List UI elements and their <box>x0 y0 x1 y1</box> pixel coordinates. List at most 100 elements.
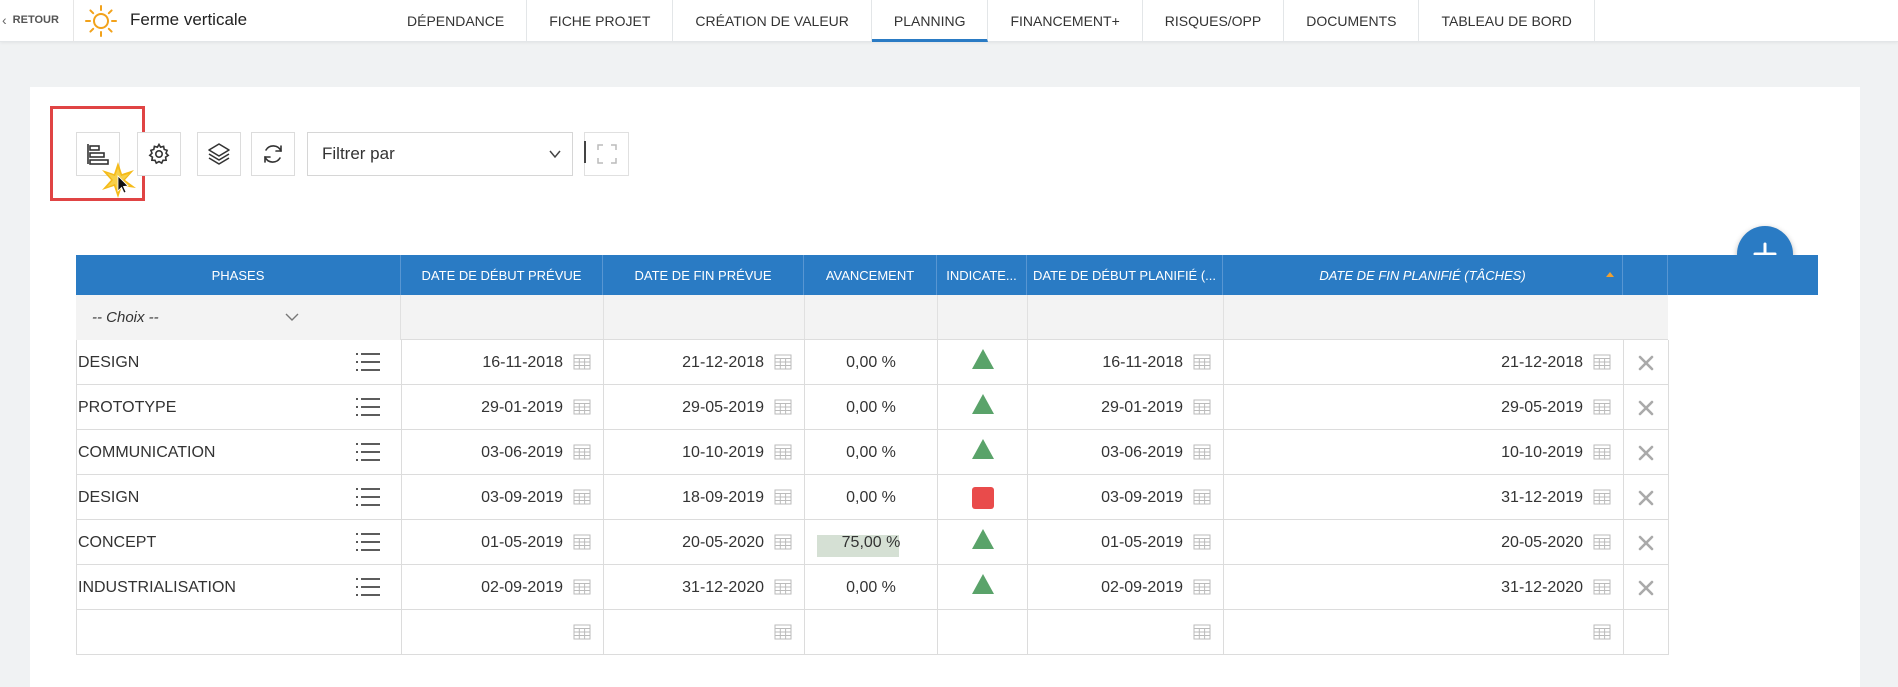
calendar-icon[interactable] <box>774 444 792 460</box>
calendar-icon[interactable] <box>1593 579 1611 595</box>
column-header-end-planned[interactable]: DATE DE FIN PRÉVUE <box>603 255 804 295</box>
column-header-phases[interactable]: PHASES <box>76 255 401 295</box>
phase-name[interactable]: DESIGN <box>78 489 139 507</box>
date-value[interactable]: 20-05-2020 <box>682 534 764 552</box>
calendar-icon[interactable] <box>1593 444 1611 460</box>
column-header-start-scheduled[interactable]: DATE DE DÉBUT PLANIFIÉ (... <box>1027 255 1223 295</box>
date-value[interactable]: 03-06-2019 <box>481 444 563 462</box>
date-value[interactable]: 29-01-2019 <box>1101 399 1183 417</box>
calendar-icon[interactable] <box>774 534 792 550</box>
date-value[interactable]: 03-06-2019 <box>1101 444 1183 462</box>
settings-button[interactable] <box>137 132 181 176</box>
calendar-icon[interactable] <box>774 579 792 595</box>
list-icon[interactable] <box>355 577 381 597</box>
calendar-icon[interactable] <box>1193 444 1211 460</box>
calendar-icon[interactable] <box>1593 354 1611 370</box>
date-value[interactable]: 29-05-2019 <box>682 399 764 417</box>
calendar-icon[interactable] <box>774 489 792 505</box>
delete-icon[interactable] <box>1637 444 1655 462</box>
filter-select[interactable]: Filtrer par <box>307 132 573 176</box>
delete-icon[interactable] <box>1637 534 1655 552</box>
cell-end-planned: 18-09-2019 <box>604 475 805 520</box>
calendar-icon[interactable] <box>1193 534 1211 550</box>
calendar-icon[interactable] <box>573 579 591 595</box>
date-value[interactable]: 31-12-2020 <box>682 579 764 597</box>
phase-name[interactable]: COMMUNICATION <box>78 444 215 462</box>
cell-start-planned: 02-09-2019 <box>402 565 604 610</box>
cell-phase: INDUSTRIALISATION <box>77 565 402 610</box>
date-value[interactable]: 10-10-2019 <box>1501 444 1583 462</box>
phase-filter-value: -- Choix -- <box>92 309 159 326</box>
tab-planning[interactable]: PLANNING <box>871 0 989 42</box>
fullscreen-button[interactable] <box>584 132 629 176</box>
date-value[interactable]: 18-09-2019 <box>682 489 764 507</box>
column-header-end-scheduled[interactable]: DATE DE FIN PLANIFIÉ (TÂCHES) <box>1223 255 1623 295</box>
date-value[interactable]: 02-09-2019 <box>481 579 563 597</box>
phase-name[interactable]: DESIGN <box>78 354 139 372</box>
calendar-icon[interactable] <box>573 489 591 505</box>
date-value[interactable]: 29-05-2019 <box>1501 399 1583 417</box>
tab-risques-opp[interactable]: RISQUES/OPP <box>1143 0 1285 42</box>
date-value[interactable]: 03-09-2019 <box>481 489 563 507</box>
tab-creation-de-valeur[interactable]: CRÉATION DE VALEUR <box>673 0 872 42</box>
delete-icon[interactable] <box>1637 579 1655 597</box>
date-value[interactable]: 29-01-2019 <box>481 399 563 417</box>
calendar-icon[interactable] <box>573 444 591 460</box>
phase-filter-dropdown[interactable]: -- Choix -- <box>76 295 401 340</box>
date-value[interactable]: 10-10-2019 <box>682 444 764 462</box>
calendar-icon[interactable] <box>1593 399 1611 415</box>
back-button[interactable]: ‹ RETOUR <box>2 12 59 28</box>
date-value[interactable]: 31-12-2019 <box>1501 489 1583 507</box>
calendar-icon[interactable] <box>573 399 591 415</box>
tab-financement[interactable]: FINANCEMENT+ <box>988 0 1143 42</box>
date-value[interactable]: 02-09-2019 <box>1101 579 1183 597</box>
list-icon[interactable] <box>355 352 381 372</box>
cell-delete <box>1624 340 1669 385</box>
calendar-icon[interactable] <box>1593 624 1611 640</box>
status-green-triangle-icon <box>971 573 994 594</box>
date-value[interactable]: 21-12-2018 <box>1501 354 1583 372</box>
phase-name[interactable]: PROTOTYPE <box>78 399 176 417</box>
phase-name[interactable]: INDUSTRIALISATION <box>78 579 236 597</box>
date-value[interactable]: 01-05-2019 <box>481 534 563 552</box>
column-header-indicator[interactable]: INDICATE... <box>937 255 1027 295</box>
calendar-icon[interactable] <box>1593 534 1611 550</box>
calendar-icon[interactable] <box>573 534 591 550</box>
column-header-progress[interactable]: AVANCEMENT <box>804 255 937 295</box>
calendar-icon[interactable] <box>774 399 792 415</box>
delete-icon[interactable] <box>1637 489 1655 507</box>
delete-icon[interactable] <box>1637 399 1655 417</box>
date-value[interactable]: 16-11-2018 <box>1102 354 1183 372</box>
layers-button[interactable] <box>197 132 241 176</box>
tab-fiche-projet[interactable]: FICHE PROJET <box>527 0 674 42</box>
date-value[interactable]: 03-09-2019 <box>1101 489 1183 507</box>
delete-icon[interactable] <box>1637 354 1655 372</box>
list-icon[interactable] <box>355 487 381 507</box>
date-value[interactable]: 20-05-2020 <box>1501 534 1583 552</box>
calendar-icon[interactable] <box>1193 354 1211 370</box>
calendar-icon[interactable] <box>1193 579 1211 595</box>
list-icon[interactable] <box>355 532 381 552</box>
tab-tableau-de-bord[interactable]: TABLEAU DE BORD <box>1419 0 1595 42</box>
calendar-icon[interactable] <box>774 624 792 640</box>
list-icon[interactable] <box>355 397 381 417</box>
phase-name[interactable]: CONCEPT <box>78 534 156 552</box>
tab-documents[interactable]: DOCUMENTS <box>1284 0 1420 42</box>
date-value[interactable]: 31-12-2020 <box>1501 579 1583 597</box>
date-value[interactable]: 21-12-2018 <box>682 354 764 372</box>
calendar-icon[interactable] <box>774 354 792 370</box>
calendar-icon[interactable] <box>1593 489 1611 505</box>
date-value[interactable]: 01-05-2019 <box>1101 534 1183 552</box>
calendar-icon[interactable] <box>1193 624 1211 640</box>
calendar-icon[interactable] <box>1193 399 1211 415</box>
cell-start-sched: 03-06-2019 <box>1028 430 1224 475</box>
list-icon[interactable] <box>355 442 381 462</box>
column-header-start-planned[interactable]: DATE DE DÉBUT PRÉVUE <box>401 255 603 295</box>
divider <box>1027 295 1028 340</box>
date-value[interactable]: 16-11-2018 <box>482 354 563 372</box>
refresh-button[interactable] <box>251 132 295 176</box>
tab-dependance[interactable]: DÉPENDANCE <box>385 0 528 42</box>
calendar-icon[interactable] <box>573 624 591 640</box>
calendar-icon[interactable] <box>1193 489 1211 505</box>
calendar-icon[interactable] <box>573 354 591 370</box>
